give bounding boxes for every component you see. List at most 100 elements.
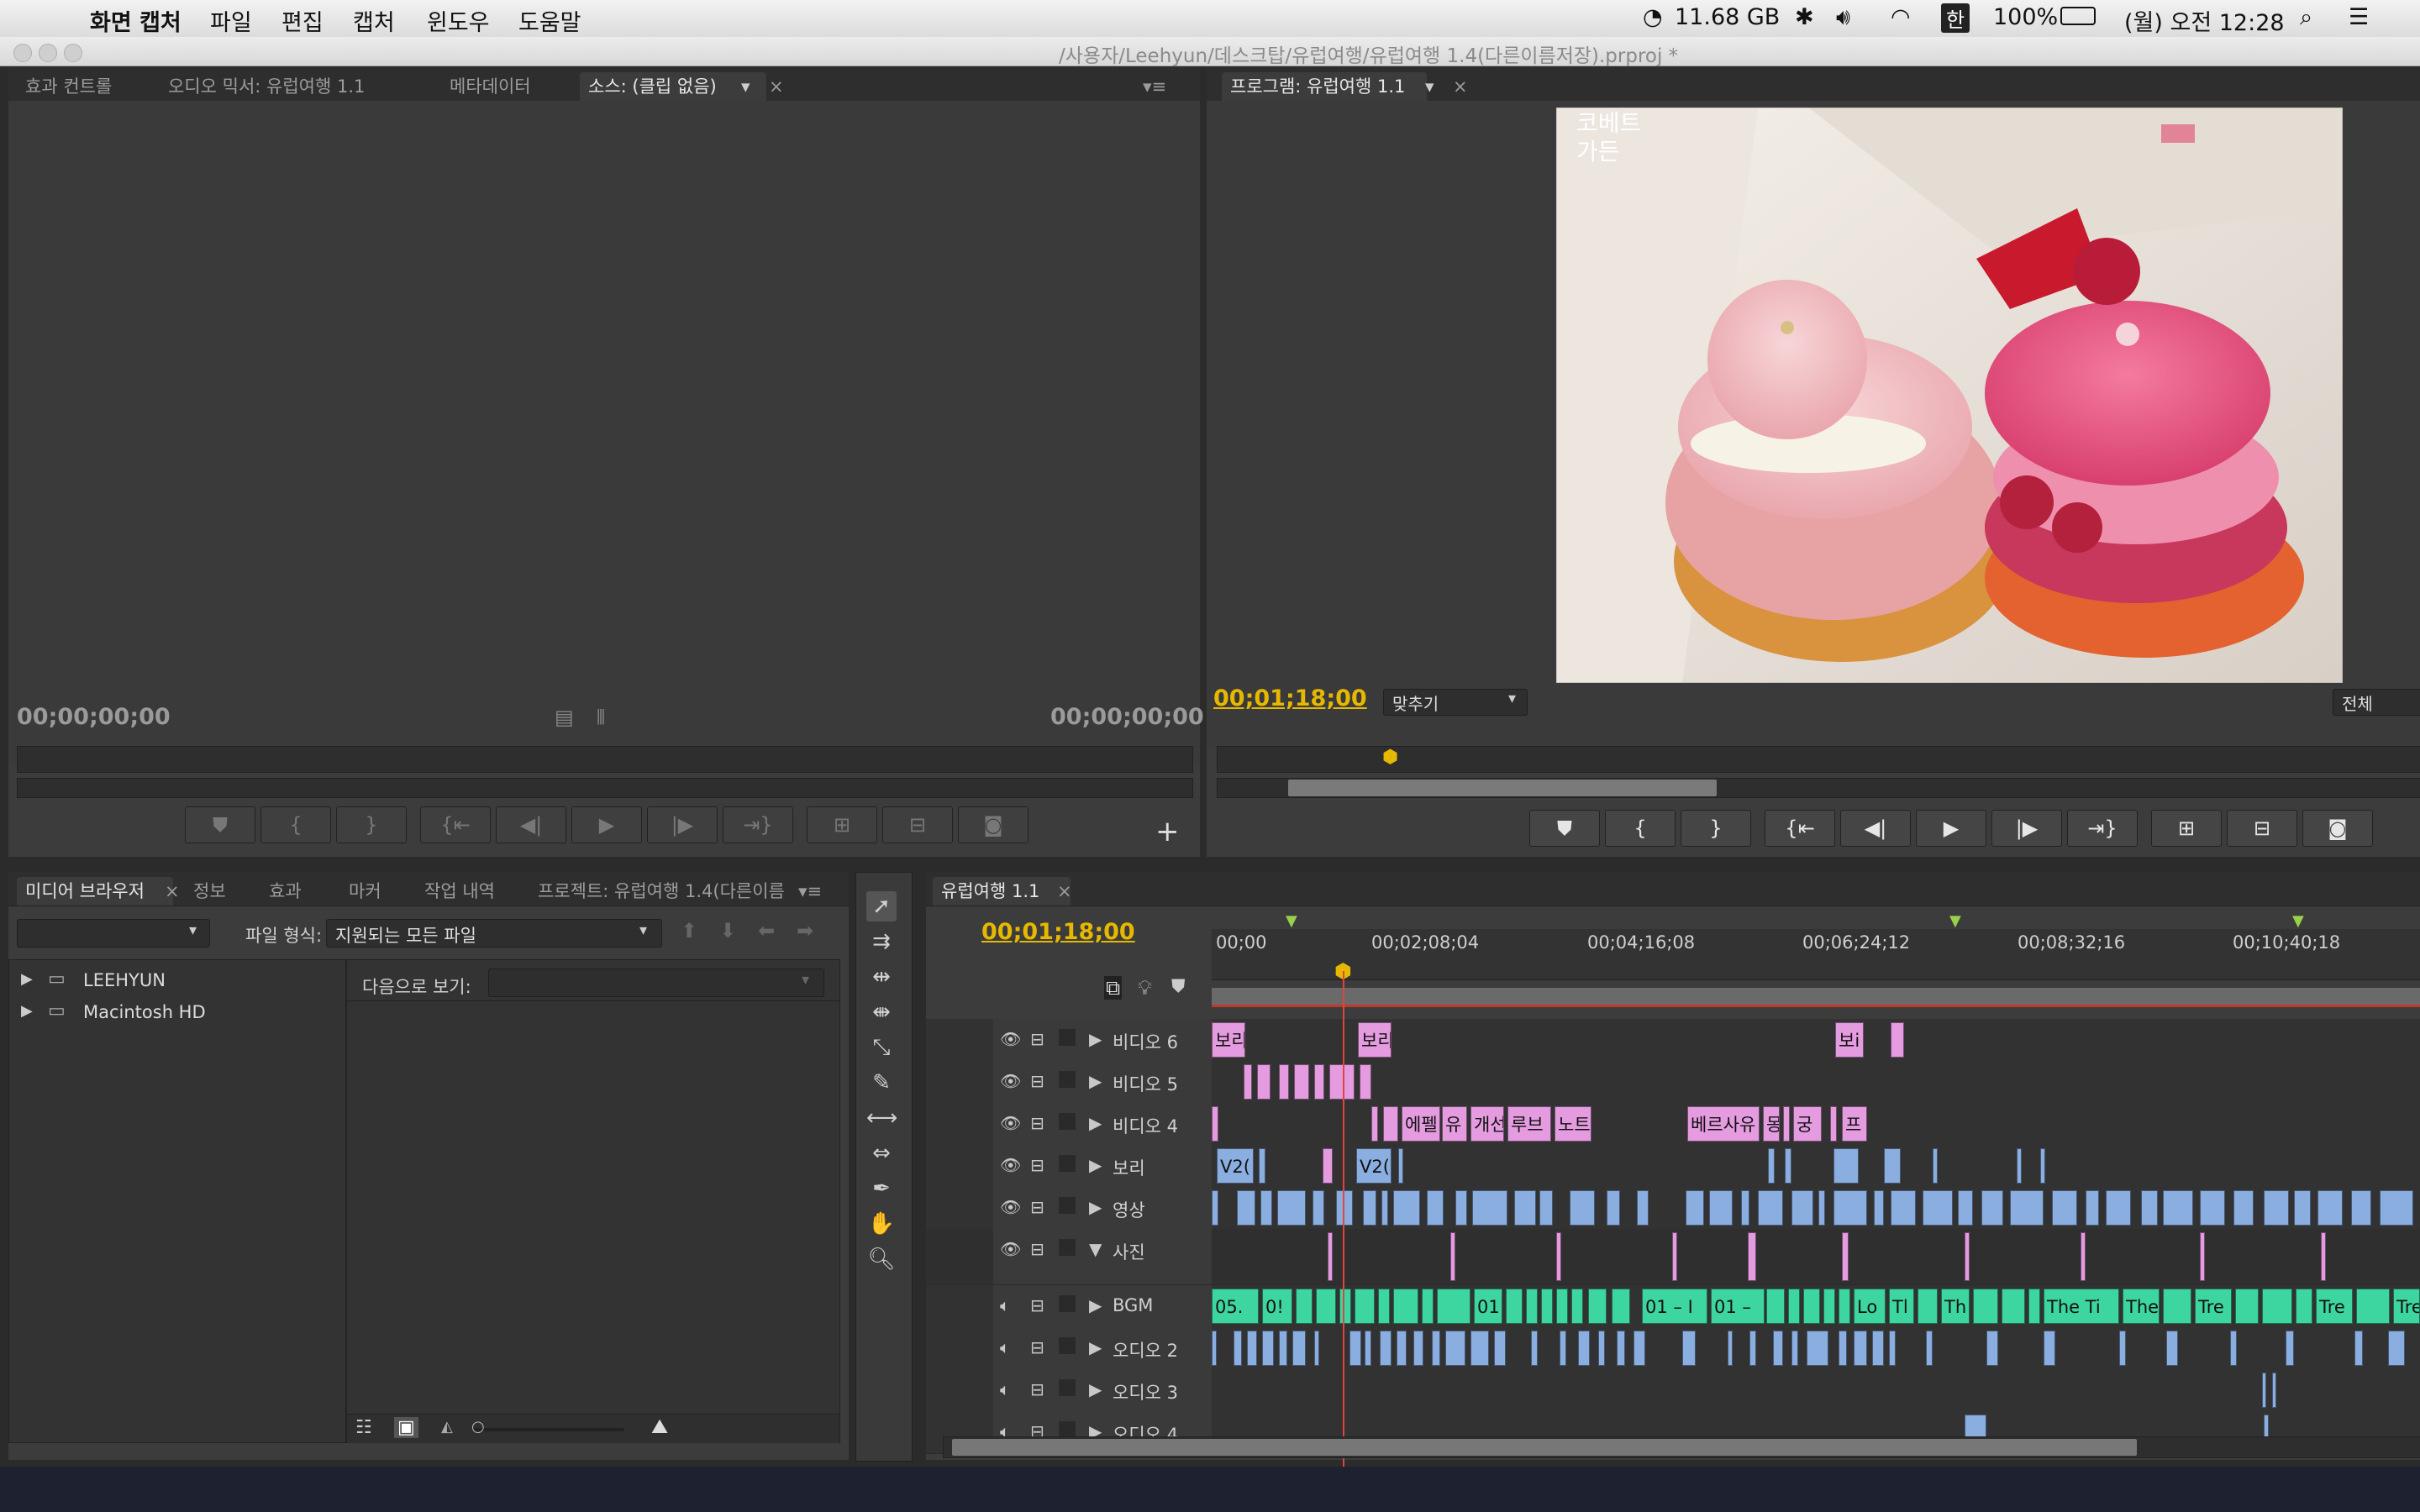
timeline-clip[interactable] xyxy=(2235,1289,2259,1324)
timeline-clip[interactable] xyxy=(1371,1106,1378,1142)
track-header[interactable]: 👁︎ ⊟ ▶ 비디오 4 xyxy=(993,1103,1212,1145)
timeline-clip[interactable] xyxy=(1833,1148,1859,1184)
timeline-clip[interactable] xyxy=(1884,1148,1901,1184)
source-panel-menu-icon[interactable]: ▾≡ xyxy=(1134,72,1175,101)
sync-lock-icon[interactable]: ⊟ xyxy=(1030,1197,1044,1217)
timeline-clip[interactable] xyxy=(1432,1331,1440,1366)
source-tab-close-icon[interactable]: × xyxy=(760,72,792,101)
timeline-clip[interactable] xyxy=(1598,1331,1605,1366)
file-type-select[interactable]: 지원되는 모든 파일 ▾ xyxy=(326,919,662,948)
source-overwrite-button[interactable]: ⊟ xyxy=(882,806,953,843)
program-time-ruler[interactable]: ⬢ xyxy=(1217,746,2420,773)
timeline-clip[interactable] xyxy=(1314,1064,1324,1100)
timeline-clip[interactable]: V2( xyxy=(1217,1148,1254,1184)
timeline-clip[interactable] xyxy=(2044,1331,2055,1366)
timeline-clip[interactable] xyxy=(1339,1289,1351,1324)
timeline-clip[interactable] xyxy=(1758,1190,1783,1226)
eye-visibility-icon[interactable]: 👁︎ xyxy=(1000,1113,1021,1133)
nav-forward-icon[interactable]: ➡ xyxy=(797,919,813,942)
timeline-clip[interactable] xyxy=(1578,1331,1590,1366)
nav-back-icon[interactable]: ⬅ xyxy=(758,919,775,942)
timeline-clip[interactable] xyxy=(1791,1190,1813,1226)
source-add-marker-button[interactable]: ⛊ xyxy=(185,806,255,843)
rate-stretch-tool-icon[interactable]: ⤡ xyxy=(866,1032,897,1063)
timeline-clip[interactable] xyxy=(1570,1190,1595,1226)
slip-tool-icon[interactable]: ⟷ xyxy=(866,1103,897,1133)
timeline-clip[interactable] xyxy=(1244,1064,1252,1100)
track-lock-toggle[interactable] xyxy=(1059,1155,1076,1172)
work-area-bar[interactable] xyxy=(1212,988,2420,1005)
timeline-clip[interactable] xyxy=(2010,1190,2044,1226)
speaker-mute-icon[interactable]: 🔈︎ xyxy=(1000,1337,1010,1357)
timeline-clip[interactable] xyxy=(2230,1331,2237,1366)
timeline-clip[interactable] xyxy=(1965,1232,1970,1281)
zoom-out-icon[interactable]: ◭ xyxy=(441,1418,453,1436)
disclosure-triangle-icon[interactable]: ▶ xyxy=(21,1002,33,1020)
sync-lock-icon[interactable]: ⊟ xyxy=(1030,1071,1044,1091)
sequence-marker-icon[interactable]: ▼ xyxy=(2292,912,2304,930)
timeline-clip[interactable]: 루브 xyxy=(1507,1106,1551,1142)
track-expand-triangle-icon[interactable]: ▶ xyxy=(1089,1295,1102,1315)
zoom-window-button[interactable] xyxy=(64,44,82,62)
program-lift-button[interactable]: ⊞ xyxy=(2151,810,2222,847)
timeline-clip[interactable]: 개선 xyxy=(1470,1106,1504,1142)
timeline-clip[interactable] xyxy=(1839,1289,1850,1324)
timeline-clip[interactable] xyxy=(1360,1064,1371,1100)
track-lock-toggle[interactable] xyxy=(1059,1337,1076,1354)
timeline-clip[interactable] xyxy=(1277,1190,1306,1226)
timeline-clip[interactable] xyxy=(2028,1289,2040,1324)
program-zoom-handle[interactable] xyxy=(1288,780,1717,796)
timeline-clip[interactable] xyxy=(1634,1331,1645,1366)
timeline-clip[interactable] xyxy=(2351,1190,2371,1226)
eye-visibility-icon[interactable]: 👁︎ xyxy=(1000,1029,1021,1049)
tab-effects[interactable]: 효과 xyxy=(260,877,310,906)
view-as-select[interactable]: ▾ xyxy=(488,969,824,997)
disclosure-triangle-icon[interactable]: ▶ xyxy=(21,970,33,988)
tab-audio-mixer[interactable]: 오디오 믹서: 유럽여행 1.1 xyxy=(160,72,373,101)
timeline-clip[interactable] xyxy=(2017,1148,2022,1184)
selection-tool-icon[interactable]: ➚ xyxy=(866,891,897,921)
timeline-clip[interactable] xyxy=(1247,1331,1257,1366)
close-window-button[interactable] xyxy=(13,44,32,62)
timeline-clip[interactable] xyxy=(1316,1289,1336,1324)
timeline-clip[interactable]: 01 – xyxy=(1711,1289,1765,1324)
timeline-clip[interactable] xyxy=(1212,1106,1218,1142)
zoom-tool-icon[interactable]: 🔍︎ xyxy=(866,1244,897,1274)
timeline-clip[interactable] xyxy=(1766,1289,1785,1324)
track-select-tool-icon[interactable]: ⇉ xyxy=(866,927,897,957)
timeline-clip[interactable] xyxy=(1257,1064,1270,1100)
timeline-clip[interactable] xyxy=(1296,1289,1313,1324)
timeline-clip[interactable] xyxy=(1427,1190,1444,1226)
track-row-video[interactable]: 👁︎ ⊟ ▶ 비디오 5 xyxy=(926,1061,2420,1104)
timeline-clip[interactable] xyxy=(1889,1331,1896,1366)
timeline-clip[interactable]: 몽 xyxy=(1763,1106,1780,1142)
timeline-clip[interactable] xyxy=(1842,1232,1849,1281)
sequence-tab-close-icon[interactable]: × xyxy=(1049,877,1081,906)
timeline-clip[interactable] xyxy=(1785,1148,1791,1184)
timeline-clip[interactable] xyxy=(1637,1190,1649,1226)
timeline-clip[interactable] xyxy=(1560,1331,1566,1366)
timeline-clip[interactable] xyxy=(1397,1331,1407,1366)
track-lock-toggle[interactable] xyxy=(1059,1239,1076,1256)
timeline-clip[interactable] xyxy=(1349,1331,1361,1366)
timeline-timecode[interactable]: 00;01;18;00 xyxy=(981,919,1135,945)
scroll-thumb[interactable] xyxy=(952,1439,2137,1456)
timeline-clip[interactable]: 유 xyxy=(1442,1106,1467,1142)
location-select[interactable]: ▾ xyxy=(17,919,210,948)
track-row-video[interactable]: 👁︎ ⊟ ▼ 사진 xyxy=(926,1229,2420,1285)
timeline-clip[interactable] xyxy=(2163,1190,2193,1226)
timeline-clip[interactable] xyxy=(2052,1190,2077,1226)
timeline-clip[interactable]: 프 xyxy=(1842,1106,1867,1142)
wifi-icon[interactable]: ◠ xyxy=(1891,4,1911,30)
track-expand-triangle-icon[interactable]: ▶ xyxy=(1089,1337,1102,1357)
timeline-clip[interactable] xyxy=(1262,1331,1274,1366)
tab-project[interactable]: 프로젝트: 유럽여행 1.4(다른이름 xyxy=(529,877,793,906)
program-tab-dropdown-icon[interactable]: ▾ xyxy=(1417,72,1443,101)
timeline-clip[interactable] xyxy=(1393,1190,1420,1226)
thumbnail-size-slider[interactable] xyxy=(473,1428,624,1431)
tab-metadata[interactable]: 메타데이터 xyxy=(441,72,539,101)
track-header[interactable]: 🔈︎ ⊟ ▶ BGM xyxy=(993,1285,1212,1327)
timeline-clip[interactable] xyxy=(1279,1064,1289,1100)
timeline-clip[interactable] xyxy=(1314,1331,1319,1366)
sync-lock-icon[interactable]: ⊟ xyxy=(1030,1239,1044,1259)
